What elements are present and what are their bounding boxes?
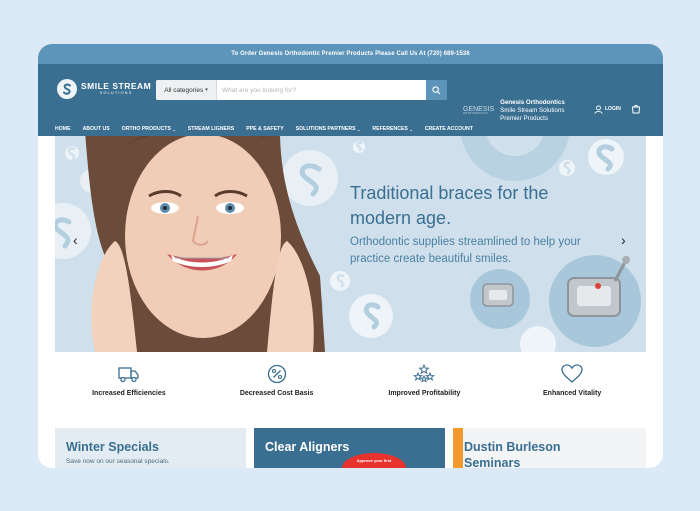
user-icon xyxy=(594,104,603,114)
nav-item-home[interactable]: HOME xyxy=(55,126,71,132)
search-icon xyxy=(432,85,441,94)
nav-label: HOME xyxy=(55,126,71,132)
promo-card-clear-aligners[interactable]: Clear Aligners Approve your first xyxy=(254,428,445,468)
nav-item-create-account[interactable]: CREATE ACCOUNT xyxy=(425,126,473,132)
nav-item-ppe-safety[interactable]: PPE & SAFETY xyxy=(246,126,283,132)
hero-banner: Traditional braces for the modern age. O… xyxy=(55,136,646,352)
feature-item: Decreased Cost Basis xyxy=(203,364,351,414)
nav-item-solutions-partners[interactable]: SOLUTIONS PARTNERS ⌄ xyxy=(296,126,361,132)
feature-item: Enhanced Vitality xyxy=(498,364,646,414)
percent-badge-icon xyxy=(266,364,288,384)
main-nav: HOME ABOUT US ORTHO PRODUCTS ⌄ STREAM LIG… xyxy=(55,126,473,132)
feature-label: Increased Efficiencies xyxy=(92,390,166,397)
announcement-bar: To Order Genesis Orthodontic Premier Pro… xyxy=(38,44,663,64)
partner-title: Genesis Orthodontics xyxy=(500,99,565,106)
search-button[interactable] xyxy=(426,80,447,100)
nav-label: REFERENCES xyxy=(372,126,408,132)
nav-label: SOLUTIONS PARTNERS xyxy=(295,126,356,132)
card-title: Dustin Burleson Seminars xyxy=(464,440,561,468)
promo-card-winter-specials[interactable]: Winter Specials Save now on our seasonal… xyxy=(55,428,246,468)
genesis-logo: GENESIS ORTHODONTICS xyxy=(463,106,494,116)
card-title: Clear Aligners xyxy=(265,440,350,454)
stars-icon xyxy=(413,364,436,384)
heart-icon xyxy=(561,364,583,384)
browser-frame: To Order Genesis Orthodontic Premier Pro… xyxy=(38,44,663,468)
chevron-left-icon[interactable]: ‹ xyxy=(73,232,78,248)
genesis-logo-sub: ORTHODONTICS xyxy=(463,112,489,116)
card-title: Winter Specials xyxy=(66,440,159,454)
feature-label: Enhanced Vitality xyxy=(543,390,602,397)
partner-line2: Smile Stream Solutions xyxy=(500,107,565,114)
user-actions: LOGIN xyxy=(594,104,641,114)
card-badge: Approve your first xyxy=(342,453,406,468)
nav-label: CREATE ACCOUNT xyxy=(424,126,473,132)
logo-line1: SMILE STREAM xyxy=(81,81,152,92)
nav-label: ORTHO PRODUCTS xyxy=(121,126,171,132)
site-header: SMILE STREAM SOLUTIONS All categories ▾ … xyxy=(38,64,663,136)
chevron-down-icon: ⌄ xyxy=(172,126,176,132)
partner-line3: Premier Products xyxy=(500,115,548,122)
nav-item-about-us[interactable]: ABOUT US xyxy=(83,126,110,132)
features-row: Increased Efficiencies Decreased Cost Ba… xyxy=(55,364,646,414)
chevron-down-icon: ⌄ xyxy=(409,126,413,132)
login-link[interactable]: LOGIN xyxy=(594,104,621,114)
category-select[interactable]: All categories ▾ xyxy=(156,80,217,100)
nav-label: PPE & SAFETY xyxy=(246,126,284,132)
promo-cards: Winter Specials Save now on our seasonal… xyxy=(55,428,646,468)
truck-icon xyxy=(118,364,140,384)
hero-subtitle: Orthodontic supplies streamlined to help… xyxy=(350,236,581,265)
chevron-down-icon: ⌄ xyxy=(357,126,361,132)
feature-item: Improved Profitability xyxy=(351,364,499,414)
login-label: LOGIN xyxy=(605,106,621,112)
card-subtitle: Save now on our seasonal specials. xyxy=(66,458,170,465)
promo-card-seminars[interactable]: Dustin Burleson Seminars xyxy=(453,428,646,468)
site-logo[interactable]: SMILE STREAM SOLUTIONS xyxy=(57,79,151,99)
hero-title: Traditional braces for the modern age. xyxy=(350,183,549,228)
feature-label: Improved Profitability xyxy=(388,390,461,397)
nav-label: STREAM LIGNERS xyxy=(187,126,235,132)
category-label: All categories xyxy=(164,86,204,94)
nav-item-references[interactable]: REFERENCES ⌄ xyxy=(372,126,412,132)
nav-item-ortho-products[interactable]: ORTHO PRODUCTS ⌄ xyxy=(122,126,176,132)
nav-item-stream-ligners[interactable]: STREAM LIGNERS xyxy=(188,126,234,132)
feature-item: Increased Efficiencies xyxy=(55,364,203,414)
card-accent xyxy=(453,428,463,468)
chevron-down-icon: ▾ xyxy=(205,87,208,93)
search-bar: All categories ▾ xyxy=(156,80,447,100)
nav-label: ABOUT US xyxy=(82,126,110,132)
feature-label: Decreased Cost Basis xyxy=(239,390,314,397)
partner-block[interactable]: GENESIS ORTHODONTICS Genesis Orthodontic… xyxy=(463,99,565,123)
logo-line2: SOLUTIONS xyxy=(99,90,133,95)
smile-stream-logo-icon xyxy=(57,79,77,99)
cart-icon[interactable] xyxy=(631,104,641,114)
chevron-right-icon[interactable]: › xyxy=(621,232,626,248)
search-input[interactable] xyxy=(217,80,426,100)
